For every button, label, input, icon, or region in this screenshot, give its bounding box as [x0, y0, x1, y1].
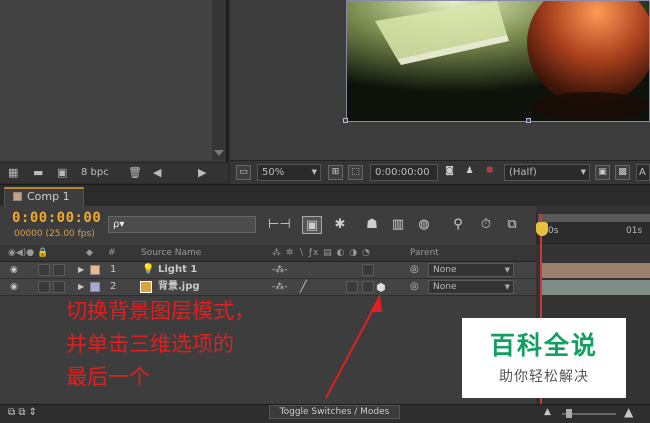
expand-arrow-icon[interactable]: ▶: [78, 262, 84, 278]
project-scrollbar[interactable]: [212, 0, 226, 160]
zoom-in-icon[interactable]: ▲: [624, 405, 633, 419]
layer-duration-bar[interactable]: [542, 280, 650, 295]
timeline-tab-strip: [0, 184, 650, 206]
expand-layer-panes-icons[interactable]: ⧉ ⧉ ⇕: [8, 407, 37, 418]
av-switches-icons[interactable]: ◉◀)● 🔒: [8, 245, 48, 261]
zoom-value: 50%: [262, 167, 285, 178]
color-channels-icon[interactable]: ❁: [482, 165, 497, 180]
lock-switch[interactable]: [53, 281, 65, 293]
snapshot-camera-icon[interactable]: ◙: [442, 165, 457, 180]
draft-3d-icon[interactable]: ✱: [330, 216, 350, 234]
tab-comp-1[interactable]: Comp 1 ×: [4, 187, 84, 219]
eye-icon[interactable]: ◉: [10, 262, 18, 278]
frame-blending-icon[interactable]: ▥: [388, 216, 408, 234]
region-of-interest-icon[interactable]: ▣: [595, 165, 610, 180]
interpret-footage-icon[interactable]: ▦: [8, 167, 18, 179]
motion-blur-icon[interactable]: ◍: [414, 216, 434, 234]
layer-name[interactable]: Light 1: [158, 262, 197, 278]
label-color-swatch[interactable]: [90, 282, 100, 292]
new-folder-icon[interactable]: ▬: [33, 167, 43, 179]
comp-preview-image: [347, 1, 649, 121]
resolution-value: (Half): [509, 167, 537, 178]
solo-switch[interactable]: [38, 264, 50, 276]
parent-select[interactable]: None: [428, 280, 514, 294]
frame-handle[interactable]: [343, 118, 348, 123]
switches-column-icons[interactable]: ⁂ ✲ ∖ ƒx ▤ ◐ ◑ ◔: [272, 245, 371, 261]
zoom-slider-handle[interactable]: [566, 409, 572, 418]
frame-handle[interactable]: [526, 118, 531, 123]
parent-pick-whip-icon[interactable]: ◎: [410, 279, 419, 295]
current-time-indicator[interactable]: [536, 222, 548, 236]
annotation-line: 最后一个: [66, 365, 150, 389]
label-color-swatch[interactable]: [90, 265, 100, 275]
comp-color-swatch: [13, 192, 22, 201]
frame-rate-label: 00000 (25.00 fps): [14, 229, 95, 239]
brainstorm-icon[interactable]: ⚲: [448, 216, 468, 234]
lock-switch[interactable]: [53, 264, 65, 276]
layer-column-header: ◉◀)● 🔒 ◆ # Source Name ⁂ ✲ ∖ ƒx ▤ ◐ ◑ ◔ …: [0, 245, 536, 262]
light-bulb-icon: 💡: [142, 264, 155, 275]
scroll-left-icon[interactable]: ◀: [153, 167, 161, 179]
timeline-timecode[interactable]: 0:00:00:00: [12, 210, 101, 226]
layer-row-background[interactable]: ◉ ▶ 2 背景.jpg -⁂- ╱ ⬢ ◎ None: [0, 279, 536, 296]
3d-layer-switch[interactable]: [362, 264, 374, 276]
expand-arrow-icon[interactable]: ▶: [78, 279, 84, 295]
tab-label: Comp 1: [27, 190, 70, 203]
solo-switch[interactable]: [38, 281, 50, 293]
new-composition-icon[interactable]: ▣: [57, 167, 67, 179]
layer-number: 1: [110, 264, 117, 275]
annotation-line: 并单击三维选项的: [66, 332, 234, 356]
project-item-list[interactable]: [0, 0, 212, 160]
watermark-subtitle: 助你轻松解决: [499, 369, 589, 385]
scroll-right-icon[interactable]: ▶: [198, 167, 206, 179]
layer-number: 2: [110, 281, 117, 292]
annotation-arrow: [325, 294, 382, 399]
auto-keyframe-icon[interactable]: ⏱: [476, 216, 496, 234]
transparency-grid-icon[interactable]: ▩: [615, 165, 630, 180]
label-column-icon[interactable]: ◆: [86, 245, 93, 261]
trash-icon[interactable]: 🗑: [128, 167, 142, 179]
watermark-title: 百科全说: [489, 331, 598, 360]
current-time-field[interactable]: 0:00:00:00: [370, 164, 438, 181]
safe-zones-icon[interactable]: ⊞: [328, 165, 343, 180]
layer-search-input[interactable]: ρ▾: [108, 216, 256, 233]
watermark-logo: 百科全说 助你轻松解决: [462, 318, 626, 398]
mask-visibility-icon[interactable]: ⬚: [348, 165, 363, 180]
source-name-column-header[interactable]: Source Name: [141, 245, 201, 261]
work-area-bar[interactable]: [538, 214, 650, 222]
toggle-switches-modes-button[interactable]: Toggle Switches / Modes: [269, 405, 400, 419]
quality-switch-icon[interactable]: ╱: [300, 279, 307, 295]
view-layout-select[interactable]: A: [636, 164, 650, 181]
annotation-line: 切换背景图层模式，: [66, 299, 255, 323]
parent-column-header[interactable]: Parent: [410, 245, 439, 261]
layer-row-light-1[interactable]: ◉ ▶ 1 💡 Light 1 -⁂- ◎ None: [0, 262, 536, 279]
ruler-tick-label: 0s: [548, 226, 559, 236]
shy-switch-icon[interactable]: -⁂-: [272, 279, 288, 295]
hide-shy-layers-icon[interactable]: ☗: [362, 216, 382, 234]
image-file-icon: [140, 281, 152, 293]
composition-mini-flowchart-icon[interactable]: ⊢⊣: [268, 216, 291, 234]
zoom-select[interactable]: 50% ▼: [257, 164, 321, 181]
live-update-icon[interactable]: ▣: [302, 216, 322, 234]
scroll-down-arrow-icon[interactable]: [214, 150, 224, 156]
parent-select[interactable]: None: [428, 263, 514, 277]
number-column-header[interactable]: #: [108, 245, 116, 261]
layer-name[interactable]: 背景.jpg: [158, 279, 200, 295]
project-footer: ▦ ▬ ▣ 8 bpc 🗑 ◀ ▶: [0, 162, 228, 183]
always-preview-icon[interactable]: ▭: [236, 165, 251, 180]
show-snapshot-icon[interactable]: ♟: [462, 165, 477, 180]
parent-pick-whip-icon[interactable]: ◎: [410, 262, 419, 278]
resolution-select[interactable]: (Half) ▼: [504, 164, 590, 181]
ruler-tick-label: 01s: [626, 226, 643, 236]
composition-frame[interactable]: [346, 0, 650, 122]
chevron-down-icon: ▼: [580, 168, 586, 176]
zoom-out-icon[interactable]: ▲: [544, 407, 551, 417]
viewer-toolbar: ▭ 50% ▼ ⊞ ⬚ 0:00:00:00 ◙ ♟ ❁ (Half) ▼ ▣ ▩ …: [230, 160, 650, 184]
graph-editor-icon[interactable]: ⧉: [502, 216, 522, 234]
shy-switch-icon[interactable]: -⁂-: [272, 262, 288, 278]
eye-icon[interactable]: ◉: [10, 279, 18, 295]
layer-duration-bar[interactable]: [542, 263, 650, 278]
bit-depth-label[interactable]: 8 bpc: [81, 167, 109, 179]
chevron-down-icon: ▼: [311, 168, 317, 176]
